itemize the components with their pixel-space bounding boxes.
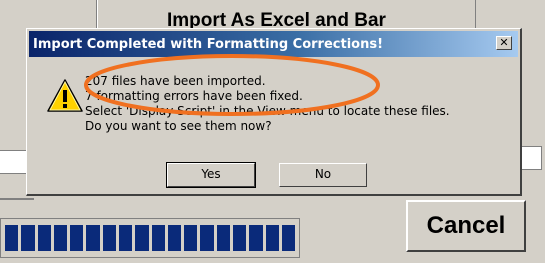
close-icon: ✕ <box>499 36 509 49</box>
dialog-message: 207 files have been imported. 7 formatti… <box>85 74 525 134</box>
progress-bar <box>0 218 300 258</box>
progress-segment <box>249 225 263 251</box>
import-dialog: Import Completed with Formatting Correct… <box>26 28 522 196</box>
progress-segment <box>5 225 19 251</box>
dialog-titlebar[interactable]: Import Completed with Formatting Correct… <box>29 31 518 57</box>
message-line: Do you want to see them now? <box>85 119 272 133</box>
progress-segment <box>118 225 133 251</box>
warning-icon <box>47 79 83 112</box>
background-divider <box>0 198 34 200</box>
no-button[interactable]: No <box>279 163 367 187</box>
dialog-title: Import Completed with Formatting Correct… <box>33 36 384 52</box>
progress-segment <box>53 225 68 251</box>
cancel-button[interactable]: Cancel <box>406 200 526 252</box>
progress-segment <box>200 225 214 251</box>
progress-segment <box>151 225 165 251</box>
progress-segment <box>184 225 198 251</box>
progress-segment <box>167 225 182 251</box>
progress-segment <box>281 225 296 251</box>
progress-segment <box>86 225 100 251</box>
message-line: 207 files have been imported. <box>85 74 266 88</box>
progress-segment <box>265 225 279 251</box>
progress-segment <box>135 225 149 251</box>
message-line: 7 formatting errors have been fixed. <box>85 89 303 103</box>
progress-segment <box>102 225 116 251</box>
yes-button[interactable]: Yes <box>166 162 256 188</box>
close-button[interactable]: ✕ <box>496 36 512 50</box>
progress-segment <box>216 225 230 251</box>
progress-segment <box>21 225 35 251</box>
progress-segment <box>232 225 247 251</box>
progress-segment <box>70 225 84 251</box>
progress-segment <box>37 225 51 251</box>
message-line: Select 'Display Script' in the View menu… <box>85 104 450 118</box>
